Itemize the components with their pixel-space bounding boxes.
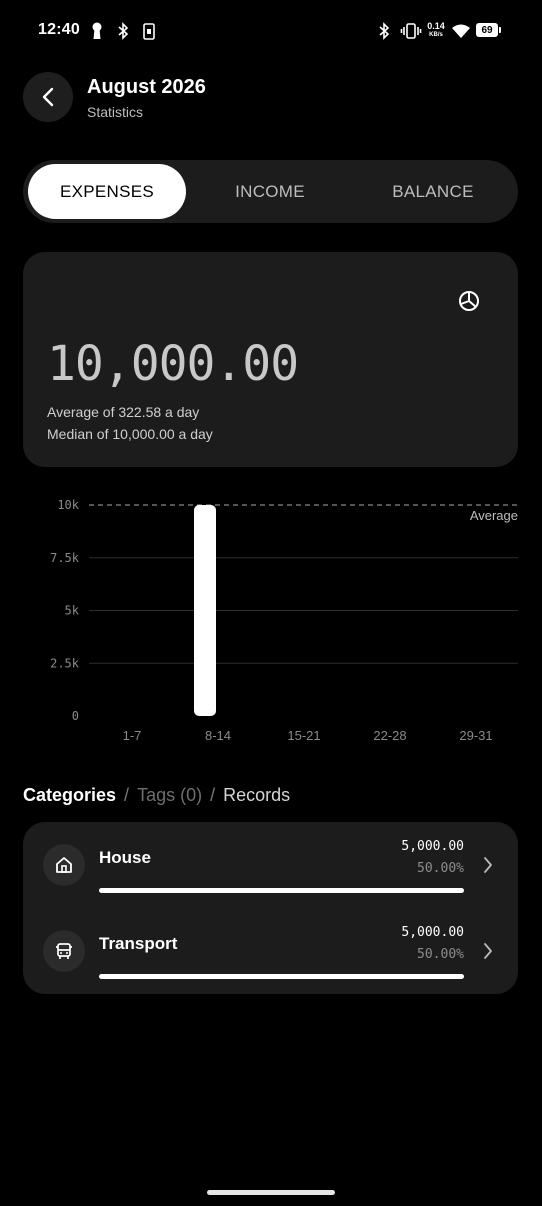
bluetooth-icon	[116, 20, 130, 42]
y-tick-label: 0	[72, 709, 79, 723]
chart-bar	[194, 505, 216, 716]
categories-list: House 5,000.00 50.00% Transport 5,000.00…	[23, 822, 518, 994]
keyhole-icon	[90, 20, 104, 42]
category-amount: 5,000.00	[401, 839, 464, 854]
sim-icon	[142, 20, 156, 42]
chevron-left-icon	[42, 87, 54, 107]
category-percent: 50.00%	[417, 947, 464, 962]
y-tick-label: 7.5k	[50, 551, 80, 565]
page-title: August 2026	[87, 76, 206, 98]
wifi-icon	[450, 20, 472, 42]
tags-link[interactable]: Tags (0)	[137, 785, 202, 806]
type-tabs: EXPENSES INCOME BALANCE	[23, 160, 518, 223]
y-tick-label: 2.5k	[50, 656, 80, 670]
tab-expenses[interactable]: EXPENSES	[28, 164, 186, 219]
tab-balance[interactable]: BALANCE	[354, 164, 512, 219]
pie-chart-icon	[459, 291, 479, 311]
page-subtitle: Statistics	[87, 104, 144, 120]
tab-income[interactable]: INCOME	[191, 164, 349, 219]
y-tick-label: 10k	[57, 498, 79, 512]
network-speed-unit: KB/s	[429, 32, 443, 38]
category-percent: 50.00%	[417, 861, 464, 876]
total-amount: 10,000.00	[47, 336, 299, 392]
weekly-bar-chart: 0 2.5k 5k 7.5k 10k Average 1-7 8-14 15-21 22-28 29…	[0, 490, 542, 750]
category-row-house[interactable]: House 5,000.00 50.00%	[23, 822, 518, 908]
bus-icon	[43, 930, 85, 972]
category-progress-fill	[99, 974, 464, 979]
battery-icon: 69	[476, 23, 501, 37]
category-amount: 5,000.00	[401, 925, 464, 940]
network-speed-value: 0.14	[427, 21, 445, 31]
average-per-day: Average of 322.58 a day	[47, 404, 200, 420]
back-button[interactable]	[23, 72, 73, 122]
category-name: Transport	[99, 934, 178, 953]
x-tick-label: 15-21	[287, 728, 320, 743]
chevron-right-icon	[481, 854, 495, 876]
section-nav: Categories / Tags (0) / Records	[23, 785, 290, 806]
median-per-day: Median of 10,000.00 a day	[47, 426, 213, 442]
status-time: 12:40	[38, 21, 80, 38]
category-progress	[99, 974, 464, 979]
house-icon	[43, 844, 85, 886]
category-row-transport[interactable]: Transport 5,000.00 50.00%	[23, 908, 518, 994]
records-link[interactable]: Records	[223, 785, 290, 806]
x-tick-label: 8-14	[205, 728, 231, 743]
category-progress	[99, 888, 464, 893]
category-progress-fill	[99, 888, 464, 893]
bluetooth-icon	[376, 20, 392, 42]
section-separator: /	[124, 785, 130, 805]
category-name: House	[99, 848, 151, 867]
network-speed: 0.14 KB/s	[426, 22, 446, 39]
x-tick-label: 1-7	[123, 728, 142, 743]
home-indicator[interactable]	[207, 1190, 335, 1195]
x-tick-label: 22-28	[373, 728, 406, 743]
categories-link[interactable]: Categories	[23, 785, 116, 806]
chart-canvas: 0 2.5k 5k 7.5k 10k Average 1-7 8-14 15-21 22-28 29…	[50, 498, 518, 743]
section-separator: /	[210, 785, 216, 805]
summary-card: 10,000.00 Average of 322.58 a day Median…	[23, 252, 518, 467]
status-bar: 12:40 0.14 KB/s 69	[0, 0, 542, 62]
vibrate-icon	[400, 20, 422, 42]
chevron-right-icon	[481, 940, 495, 962]
average-line-label: Average	[470, 508, 518, 523]
x-tick-label: 29-31	[459, 728, 492, 743]
y-tick-label: 5k	[65, 604, 80, 618]
pie-chart-button[interactable]	[456, 288, 482, 314]
